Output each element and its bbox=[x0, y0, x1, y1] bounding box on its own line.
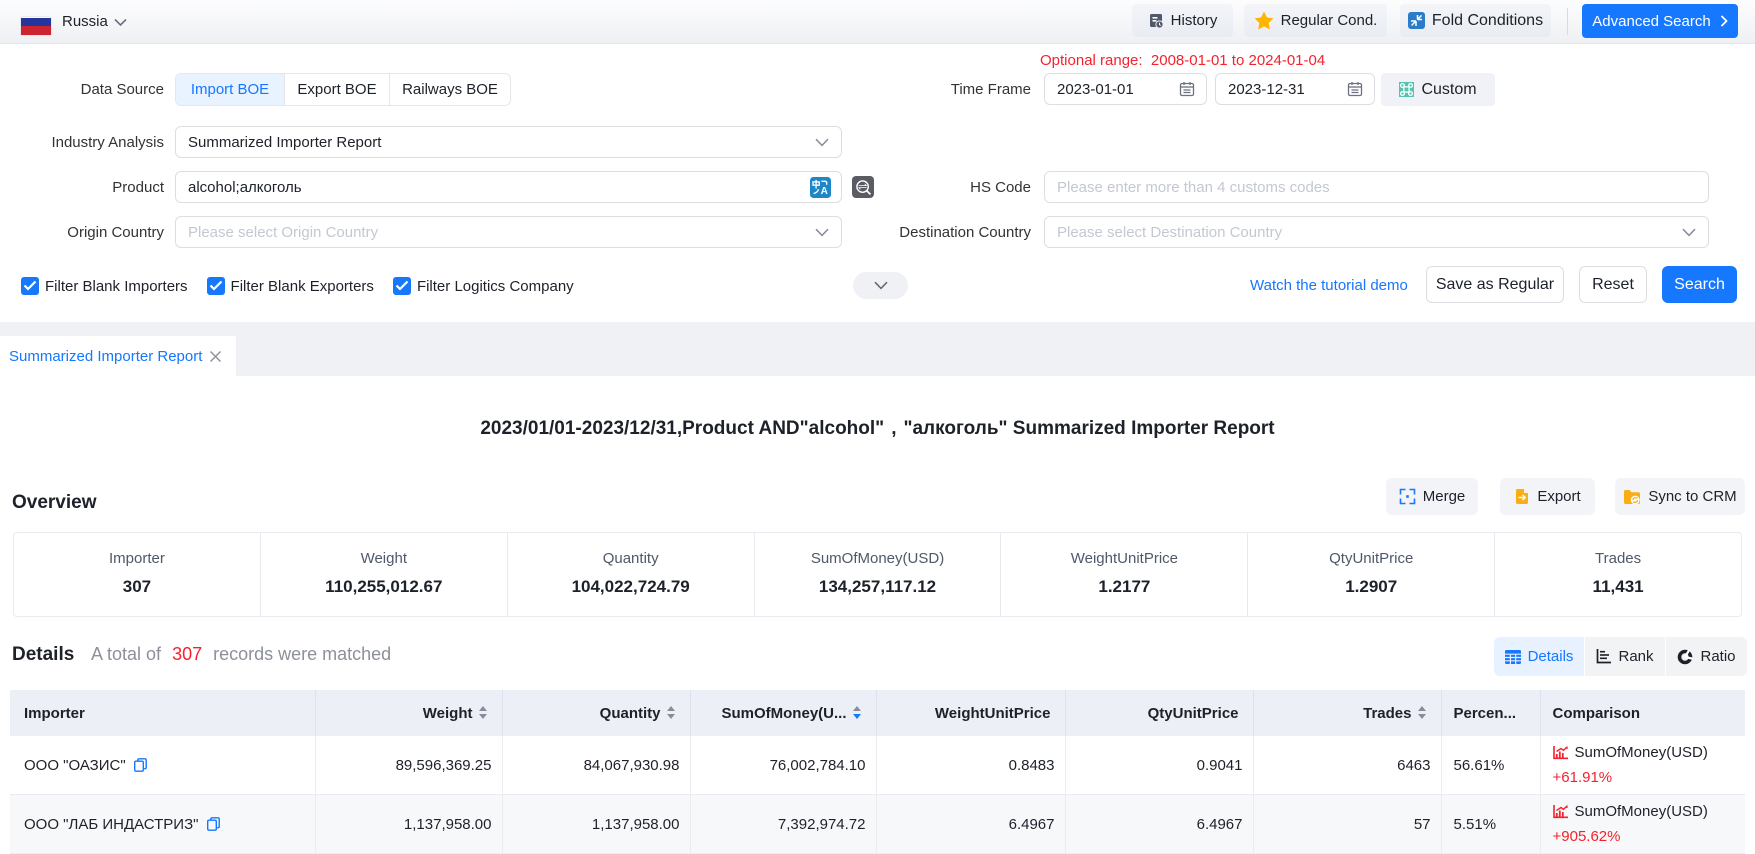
svg-text:A: A bbox=[821, 186, 828, 197]
